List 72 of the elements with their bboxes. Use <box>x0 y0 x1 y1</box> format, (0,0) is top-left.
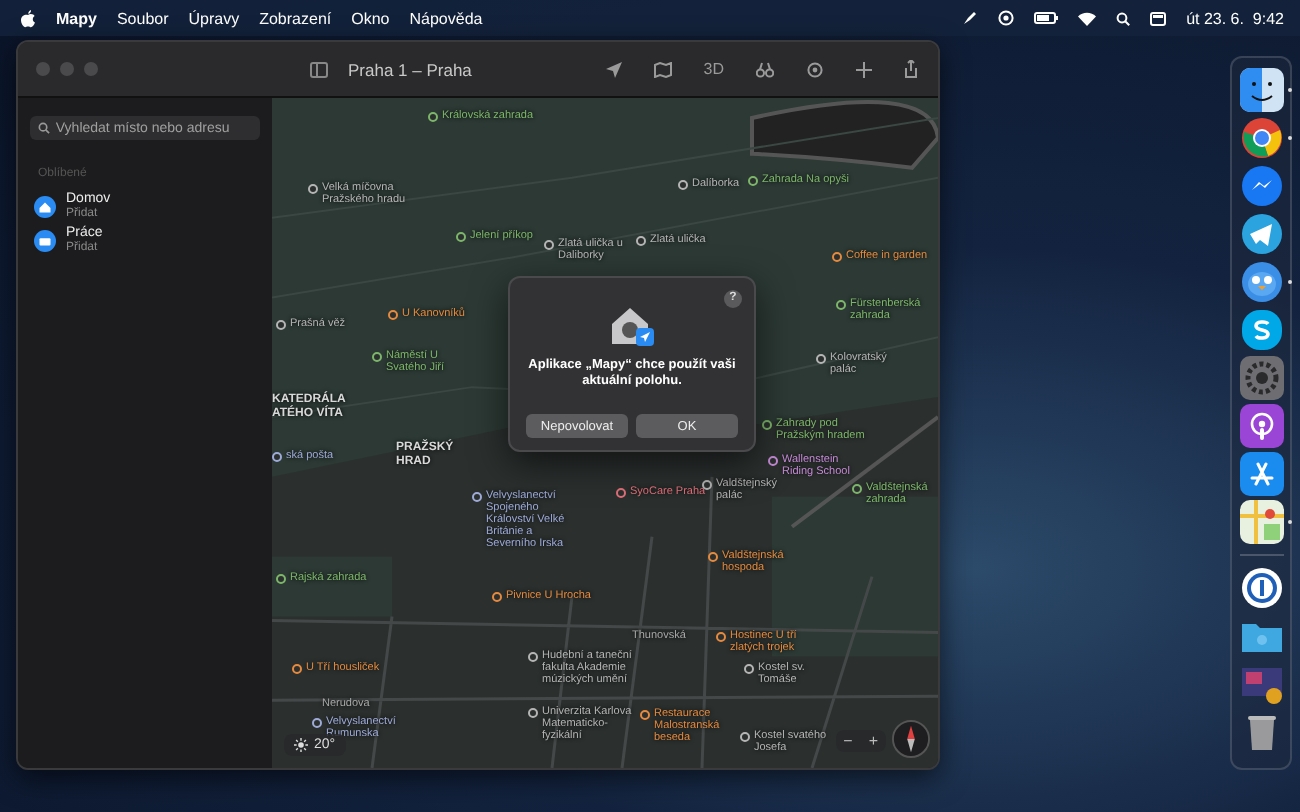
map-icon[interactable] <box>653 61 672 77</box>
wifi-icon[interactable] <box>1078 11 1097 25</box>
place-pin-icon <box>372 352 382 362</box>
place-pin-icon <box>836 300 846 310</box>
search-icon <box>38 122 50 134</box>
binoculars-icon[interactable] <box>756 61 774 77</box>
clock[interactable]: út 23. 6. 9:42 <box>1186 9 1284 27</box>
menu-item[interactable]: Okno <box>351 9 390 27</box>
place-pin-icon <box>544 240 554 250</box>
place-pin-icon <box>472 492 482 502</box>
window-title: Praha 1 – Praha <box>348 59 472 79</box>
place-pin-icon <box>616 488 626 498</box>
app-menu[interactable]: Mapy <box>56 9 97 27</box>
keyhole-icon[interactable] <box>1239 566 1283 610</box>
place-pin-icon <box>292 664 302 674</box>
control-center-icon[interactable] <box>1150 11 1167 25</box>
place-pin-icon <box>272 452 282 462</box>
battery-icon[interactable] <box>1034 12 1059 24</box>
menu-item[interactable]: Zobrazení <box>259 9 332 27</box>
place-pin-icon <box>312 718 322 728</box>
sun-icon <box>294 738 308 752</box>
place-pin-icon <box>428 112 438 122</box>
podcast-icon[interactable] <box>1239 404 1283 448</box>
place-pin-icon <box>678 180 688 190</box>
place-pin-icon <box>636 236 646 246</box>
place-pin-icon <box>640 710 650 720</box>
place-pin-icon <box>744 664 754 674</box>
menu-item[interactable]: Soubor <box>116 9 169 27</box>
place-pin-icon <box>768 456 778 466</box>
screenshot-thumbnail[interactable] <box>1239 662 1283 706</box>
circle-icon[interactable] <box>998 10 1015 26</box>
add-icon[interactable] <box>856 61 872 77</box>
zoom-out-button[interactable]: − <box>835 730 861 752</box>
bird-icon[interactable] <box>1239 260 1283 304</box>
smiling-face-icon[interactable] <box>1239 68 1283 112</box>
place-pin-icon <box>276 574 286 584</box>
place-pin-icon <box>528 652 538 662</box>
apple-logo-icon[interactable] <box>20 9 36 27</box>
cloud-icon[interactable] <box>1239 308 1283 352</box>
place-pin-icon <box>456 232 466 242</box>
place-pin-icon <box>388 310 398 320</box>
place-pin-icon <box>708 552 718 562</box>
briefcase-icon <box>34 229 56 252</box>
place-pin-icon <box>716 632 726 642</box>
menu-item[interactable]: Úpravy <box>188 9 240 27</box>
search-icon[interactable] <box>1116 11 1131 25</box>
place-pin-icon <box>740 732 750 742</box>
place-pin-icon <box>308 184 318 194</box>
3d-button[interactable]: 3D <box>703 60 724 78</box>
place-pin-icon <box>702 480 712 490</box>
look-around-icon[interactable] <box>806 61 824 77</box>
place-pin-icon <box>748 176 758 186</box>
place-pin-icon <box>528 708 538 718</box>
paper-plane-icon[interactable] <box>1239 212 1283 256</box>
app-store-icon[interactable] <box>1239 452 1283 496</box>
sidebar-toggle-icon[interactable] <box>310 61 328 77</box>
place-pin-icon <box>762 420 772 430</box>
house-icon <box>34 195 56 218</box>
circle-logo-icon[interactable] <box>1239 116 1283 160</box>
compass-icon[interactable] <box>892 720 930 758</box>
share-icon[interactable] <box>904 60 918 78</box>
menu-item[interactable]: Nápověda <box>409 9 483 27</box>
place-pin-icon <box>276 320 286 330</box>
zoom-in-button[interactable]: + <box>860 730 886 752</box>
place-pin-icon <box>852 484 862 494</box>
map-icon[interactable] <box>1239 500 1283 544</box>
chat-bubble-icon[interactable] <box>1239 164 1283 208</box>
place-pin-icon <box>492 592 502 602</box>
location-arrow-icon[interactable] <box>605 61 622 77</box>
house-location-icon <box>608 304 656 348</box>
place-pin-icon <box>832 252 842 262</box>
place-pin-icon <box>816 354 826 364</box>
